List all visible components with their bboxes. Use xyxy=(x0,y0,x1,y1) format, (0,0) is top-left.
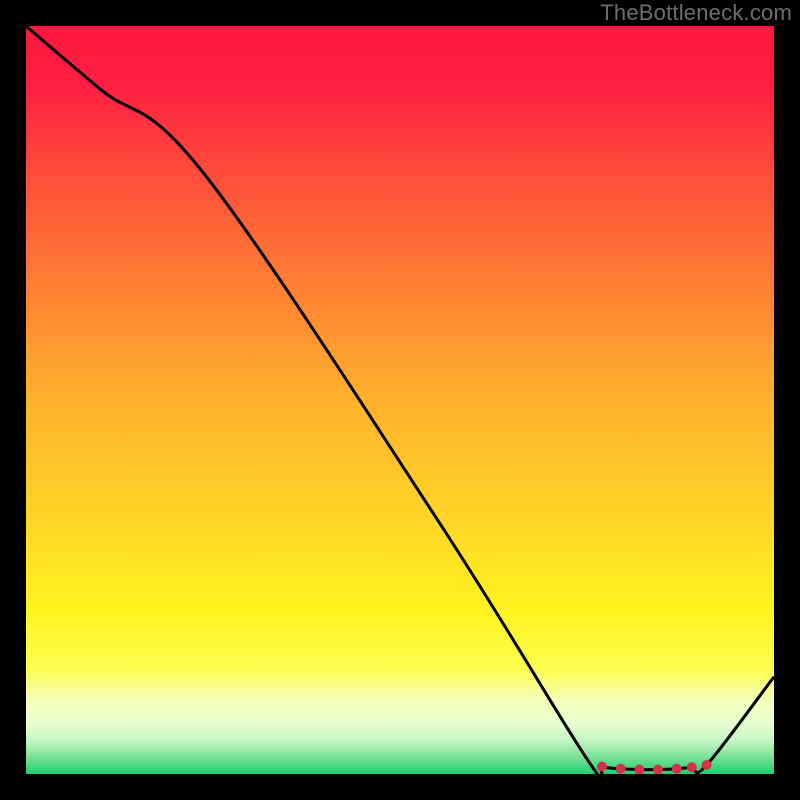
chart-container: TheBottleneck.com xyxy=(0,0,800,800)
data-marker xyxy=(687,762,697,772)
data-marker xyxy=(616,764,626,774)
data-marker xyxy=(672,764,682,774)
data-marker xyxy=(597,762,607,772)
data-marker xyxy=(702,760,712,770)
watermark-text: TheBottleneck.com xyxy=(600,0,792,26)
gradient-background xyxy=(26,26,774,774)
plot-area xyxy=(26,26,774,774)
chart-svg xyxy=(26,26,774,774)
